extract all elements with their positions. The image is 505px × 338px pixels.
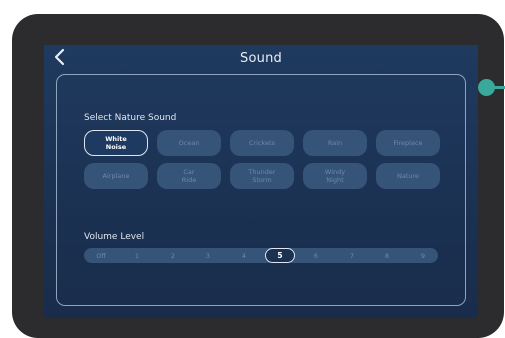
sound-option-windy-night[interactable]: Windy Night [303,163,367,189]
nature-sound-label: Select Nature Sound [84,113,177,123]
volume-label: Volume Level [84,232,145,242]
sound-option-airplane[interactable]: Airplane [84,163,148,189]
sound-option-car-ride[interactable]: Car Ride [157,163,221,189]
nature-sound-grid: White Noise Ocean Crickets Rain Fireplac… [84,130,441,189]
volume-level-4[interactable]: 4 [229,248,259,263]
top-bar: Sound [44,45,478,75]
sound-option-ocean[interactable]: Ocean [157,130,221,156]
sound-option-nature[interactable]: Nature [376,163,440,189]
sound-option-white-noise[interactable]: White Noise [84,130,148,156]
device-screen: Sound Select Nature Sound White Noise Oc… [44,45,478,318]
volume-level-2[interactable]: 2 [158,248,188,263]
sound-option-fireplace[interactable]: Fireplace [376,130,440,156]
volume-level-3[interactable]: 3 [193,248,223,263]
volume-level-9[interactable]: 9 [408,248,438,263]
volume-level-1[interactable]: 1 [122,248,152,263]
sound-option-crickets[interactable]: Crickets [230,130,294,156]
callout-dot [478,79,495,96]
volume-level-6[interactable]: 6 [301,248,331,263]
volume-level-5[interactable]: 5 [265,248,295,263]
sound-option-rain[interactable]: Rain [303,130,367,156]
volume-level-7[interactable]: 7 [337,248,367,263]
page-title: Sound [240,51,282,66]
settings-panel: Select Nature Sound White Noise Ocean Cr… [56,74,466,306]
volume-level-off[interactable]: Off [86,248,116,263]
sound-option-thunder-storm[interactable]: Thunder Storm [230,163,294,189]
volume-level-8[interactable]: 8 [372,248,402,263]
volume-selector: Off 1 2 3 4 5 6 7 8 9 [84,248,438,263]
